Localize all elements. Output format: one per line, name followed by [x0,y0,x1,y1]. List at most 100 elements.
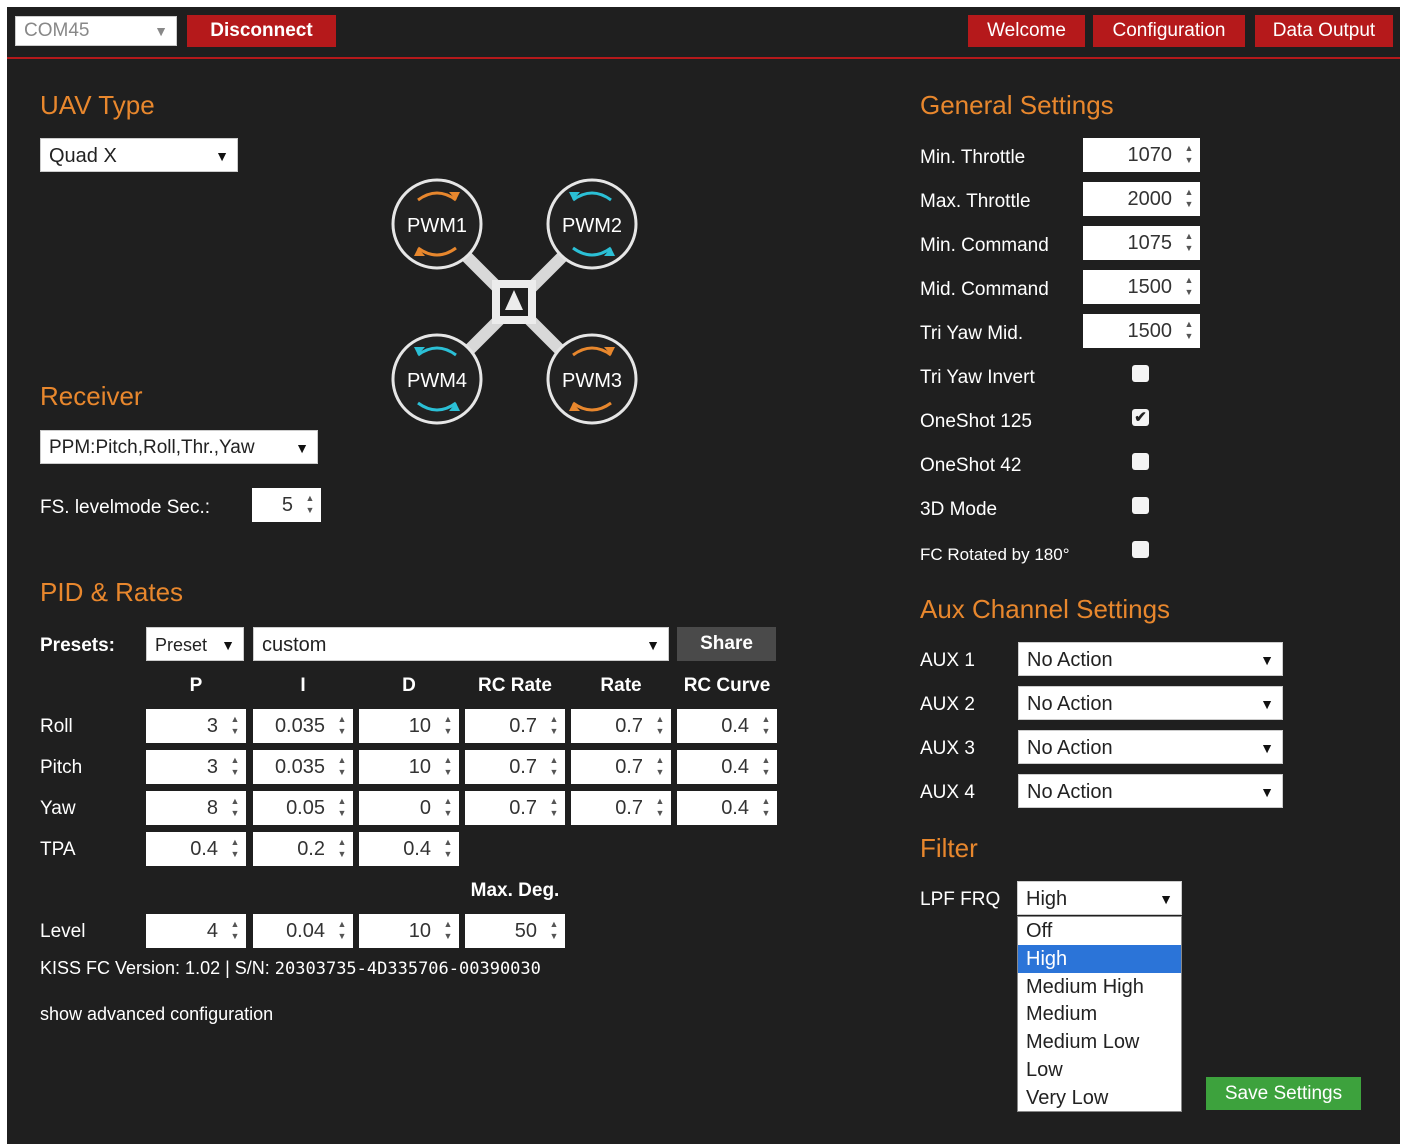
yaw-i-input[interactable]: 0.05 ▲ ▼ [253,791,353,825]
show-advanced-link[interactable]: show advanced configuration [40,1004,273,1025]
uav-type-select[interactable]: Quad X ▼ [40,138,238,172]
oneshot125-checkbox[interactable]: ✔ [1132,409,1149,426]
disconnect-button[interactable]: Disconnect [187,15,336,47]
fc-rotated-checkbox[interactable] [1132,541,1149,558]
roll-p-input[interactable]: 3 ▲ ▼ [146,709,246,743]
level-max-deg-input[interactable]: 50 ▲ ▼ [465,914,565,948]
spinner-icon[interactable]: ▲ ▼ [227,918,243,944]
spinner-icon[interactable]: ▲ ▼ [227,754,243,780]
3d-mode-checkbox[interactable] [1132,497,1149,514]
spinner-icon[interactable]: ▲ ▼ [440,918,456,944]
pitch-d-input[interactable]: 10 ▲ ▼ [359,750,459,784]
dropdown-option-medium-high[interactable]: Medium High [1018,973,1181,1001]
motor-pwm4-label: PWM4 [407,370,467,392]
roll-i-input[interactable]: 0.035 ▲ ▼ [253,709,353,743]
tpa-p-input[interactable]: 0.4 ▲ ▼ [146,832,246,866]
spinner-icon[interactable]: ▲ ▼ [440,754,456,780]
tpa-d-input[interactable]: 0.4 ▲ ▼ [359,832,459,866]
spinner-icon[interactable]: ▲ ▼ [758,754,774,780]
spinner-icon[interactable]: ▲ ▼ [227,713,243,739]
save-settings-button[interactable]: Save Settings [1206,1077,1361,1110]
aux2-select[interactable]: No Action ▼ [1018,686,1283,720]
max-throttle-input[interactable]: 2000 ▲ ▼ [1083,182,1200,216]
pitch-rc-rate-input[interactable]: 0.7 ▲ ▼ [465,750,565,784]
yaw-rc-curve-input[interactable]: 0.4 ▲ ▼ [677,791,777,825]
motor-pwm1-label: PWM1 [407,215,467,237]
chevron-down-icon: ▼ [1260,696,1274,712]
oneshot42-checkbox[interactable] [1132,453,1149,470]
yaw-d-input[interactable]: 0 ▲ ▼ [359,791,459,825]
chevron-down-icon: ▼ [1159,891,1173,907]
spinner-icon[interactable]: ▲ ▼ [440,836,456,862]
yaw-p-input[interactable]: 8 ▲ ▼ [146,791,246,825]
spinner-icon[interactable]: ▲ ▼ [652,795,668,821]
tri-yaw-mid-input[interactable]: 1500 ▲ ▼ [1083,314,1200,348]
spinner-icon[interactable]: ▲ ▼ [546,754,562,780]
roll-rc-rate-input[interactable]: 0.7 ▲ ▼ [465,709,565,743]
chevron-down-icon: ▼ [221,637,235,653]
lpf-frq-select[interactable]: High ▼ [1017,881,1182,915]
spinner-icon[interactable]: ▲ ▼ [440,795,456,821]
yaw-p-value: 8 [206,797,218,819]
spinner-icon[interactable]: ▲ ▼ [1181,186,1197,212]
spinner-icon[interactable]: ▲ ▼ [546,713,562,739]
dropdown-option-high[interactable]: High [1018,944,1181,973]
level-d-input[interactable]: 10 ▲ ▼ [359,914,459,948]
spinner-icon[interactable]: ▲ ▼ [1181,318,1197,344]
spinner-icon[interactable]: ▲ ▼ [546,918,562,944]
fs-levelmode-input[interactable]: 5 ▲ ▼ [252,488,321,522]
preset-select[interactable]: Preset ▼ [146,627,244,661]
pitch-i-input[interactable]: 0.035 ▲ ▼ [253,750,353,784]
roll-rate-input[interactable]: 0.7 ▲ ▼ [571,709,671,743]
spinner-icon[interactable]: ▲ ▼ [334,836,350,862]
com-port-select[interactable]: COM45 ▼ [15,16,177,46]
aux1-select[interactable]: No Action ▼ [1018,642,1283,676]
pitch-p-input[interactable]: 3 ▲ ▼ [146,750,246,784]
spinner-icon[interactable]: ▲ ▼ [1181,230,1197,256]
pitch-rc-curve-input[interactable]: 0.4 ▲ ▼ [677,750,777,784]
tri-yaw-invert-checkbox[interactable] [1132,365,1149,382]
level-p-input[interactable]: 4 ▲ ▼ [146,914,246,948]
share-button[interactable]: Share [677,627,776,661]
dropdown-option-medium[interactable]: Medium [1018,1000,1181,1028]
tpa-i-input[interactable]: 0.2 ▲ ▼ [253,832,353,866]
spinner-icon[interactable]: ▲ ▼ [334,754,350,780]
spinner-icon[interactable]: ▲ ▼ [334,918,350,944]
spinner-icon[interactable]: ▲ ▼ [334,795,350,821]
dropdown-option-off[interactable]: Off [1018,917,1181,945]
aux3-select[interactable]: No Action ▼ [1018,730,1283,764]
tab-configuration[interactable]: Configuration [1093,15,1245,47]
spinner-icon[interactable]: ▲ ▼ [1181,274,1197,300]
spinner-icon[interactable]: ▲ ▼ [652,713,668,739]
tab-welcome[interactable]: Welcome [968,15,1085,47]
yaw-rate-input[interactable]: 0.7 ▲ ▼ [571,791,671,825]
roll-rc-curve-input[interactable]: 0.4 ▲ ▼ [677,709,777,743]
spinner-icon[interactable]: ▲ ▼ [334,713,350,739]
pitch-rate-input[interactable]: 0.7 ▲ ▼ [571,750,671,784]
max-throttle-label: Max. Throttle [920,191,1031,212]
spinner-icon[interactable]: ▲ ▼ [227,836,243,862]
tab-data-output[interactable]: Data Output [1255,15,1393,47]
spinner-icon[interactable]: ▲ ▼ [440,713,456,739]
spinner-icon[interactable]: ▲ ▼ [758,795,774,821]
uav-type-value: Quad X [49,145,117,167]
min-throttle-input[interactable]: 1070 ▲ ▼ [1083,138,1200,172]
spinner-icon[interactable]: ▲ ▼ [758,713,774,739]
spinner-icon[interactable]: ▲ ▼ [652,754,668,780]
preset-name-select[interactable]: custom ▼ [253,627,669,661]
spinner-icon[interactable]: ▲ ▼ [546,795,562,821]
roll-d-input[interactable]: 10 ▲ ▼ [359,709,459,743]
mid-command-input[interactable]: 1500 ▲ ▼ [1083,270,1200,304]
spinner-icon[interactable]: ▲ ▼ [302,492,318,518]
dropdown-option-very-low[interactable]: Very Low [1018,1084,1181,1112]
pitch-rc-curve-value: 0.4 [721,756,749,778]
min-command-input[interactable]: 1075 ▲ ▼ [1083,226,1200,260]
aux4-select[interactable]: No Action ▼ [1018,774,1283,808]
dropdown-option-low[interactable]: Low [1018,1056,1181,1084]
level-i-input[interactable]: 0.04 ▲ ▼ [253,914,353,948]
spinner-icon[interactable]: ▲ ▼ [227,795,243,821]
yaw-rc-rate-input[interactable]: 0.7 ▲ ▼ [465,791,565,825]
receiver-select[interactable]: PPM:Pitch,Roll,Thr.,Yaw ▼ [40,430,318,464]
dropdown-option-medium-low[interactable]: Medium Low [1018,1028,1181,1056]
spinner-icon[interactable]: ▲ ▼ [1181,142,1197,168]
